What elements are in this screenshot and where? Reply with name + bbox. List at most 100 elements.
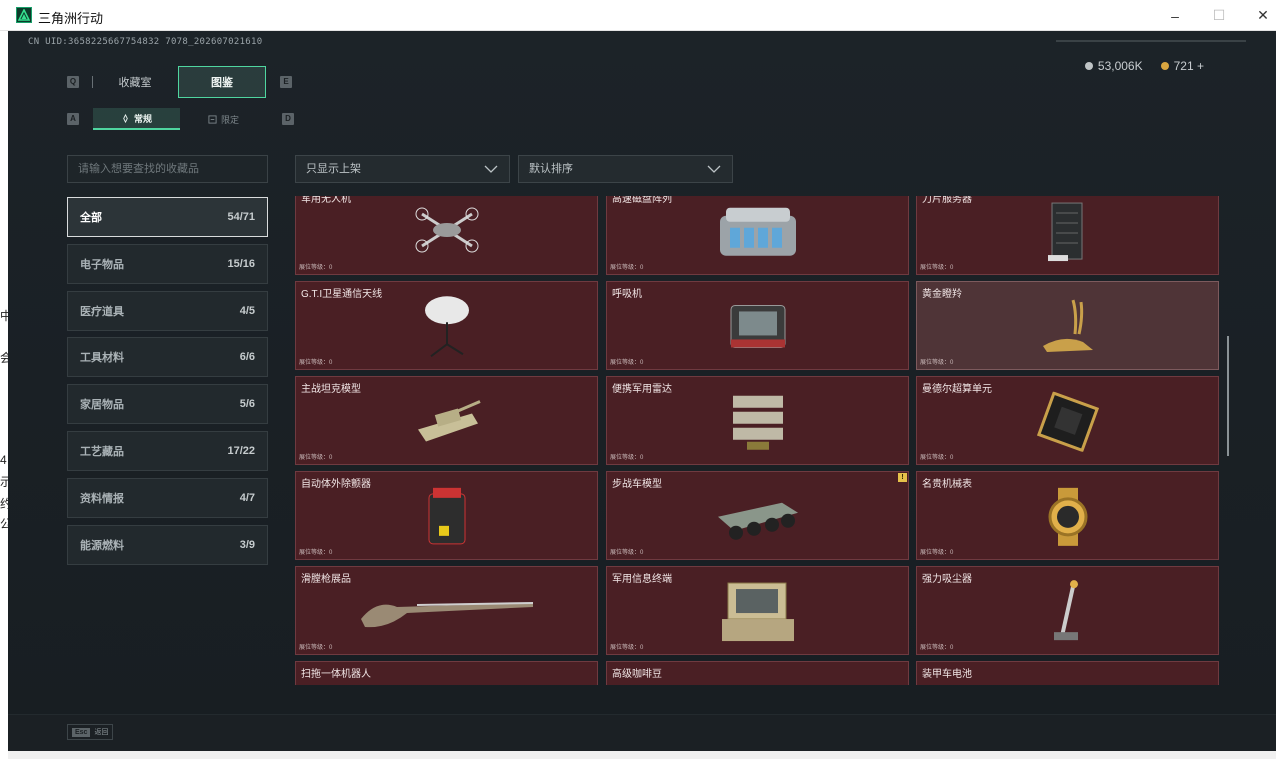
- item-level: 展位等级：0: [610, 645, 644, 651]
- category-item[interactable]: 全部 54/71: [67, 197, 268, 237]
- search-input[interactable]: 请输入想要查找的收藏品: [67, 155, 268, 183]
- collection-item-card[interactable]: 主战坦克模型展位等级：0: [295, 376, 598, 465]
- regular-icon: [123, 113, 128, 123]
- collection-item-card[interactable]: 曼德尔超算单元 展位等级：0: [916, 376, 1219, 465]
- silver-currency: 53,006K: [1084, 59, 1143, 73]
- musket-icon: [357, 588, 537, 637]
- collection-item-card[interactable]: 滑膛枪展品 展位等级：0: [295, 566, 598, 655]
- collection-item-card[interactable]: 呼吸机展位等级：0: [606, 281, 909, 370]
- item-name: 装甲车电池: [922, 669, 972, 680]
- item-name: 步战车模型: [612, 479, 662, 490]
- item-name: 高速磁盘阵列: [612, 196, 672, 205]
- collection-item-card[interactable]: 军用无人机展位等级：0: [295, 196, 598, 275]
- item-name: 滑膛枪展品: [301, 574, 351, 585]
- collection-item-card[interactable]: 自动体外除颤器 展位等级：0: [295, 471, 598, 560]
- collection-item-card[interactable]: 装甲车电池展位等级：0: [916, 661, 1219, 685]
- window-title: 三角洲行动: [38, 11, 104, 26]
- item-name: 军用无人机: [301, 196, 351, 205]
- new-item-badge: !: [898, 473, 907, 482]
- collection-item-card[interactable]: 军用信息终端展位等级：0: [606, 566, 909, 655]
- limited-icon: [208, 114, 217, 124]
- tab-catalog[interactable]: 图鉴: [178, 66, 266, 98]
- minimize-button[interactable]: –: [1152, 0, 1198, 31]
- key-a-hint: A: [67, 113, 79, 125]
- item-name: 黄金瞪羚: [922, 289, 962, 300]
- item-name: 主战坦克模型: [301, 384, 361, 395]
- item-level: 展位等级：0: [610, 360, 644, 366]
- item-name: 名贵机械表: [922, 479, 972, 490]
- category-item[interactable]: 医疗道具 4/5: [67, 290, 268, 331]
- item-level: 展位等级：0: [299, 550, 333, 556]
- tab-collection-room[interactable]: 收藏室: [92, 66, 178, 98]
- item-level: 展位等级：0: [299, 455, 333, 461]
- item-level: 展位等级：0: [920, 550, 954, 556]
- vacuum-icon: [1048, 578, 1088, 651]
- key-e-hint: E: [280, 76, 292, 88]
- server-icon: [1046, 199, 1090, 270]
- collection-item-card[interactable]: 便携军用雷达 展位等级：0: [606, 376, 909, 465]
- collection-item-card[interactable]: 步战车模型展位等级：0!: [606, 471, 909, 560]
- grid-scrollbar[interactable]: [1227, 336, 1229, 456]
- tab-regular-label: 常规: [133, 113, 152, 124]
- item-name: 军用信息终端: [612, 574, 672, 585]
- collection-item-card[interactable]: G.T.I卫星通信天线展位等级：0: [295, 281, 598, 370]
- tab-limited-label: 限定: [220, 114, 239, 125]
- item-name: G.T.I卫星通信天线: [301, 289, 383, 300]
- tab-limited[interactable]: 限定: [180, 108, 267, 130]
- item-level: 展位等级：0: [920, 265, 954, 271]
- collection-item-card[interactable]: 扫拖一体机器人展位等级：0: [295, 661, 598, 685]
- item-name: 呼吸机: [612, 289, 642, 300]
- category-label: 能源燃料: [80, 539, 124, 552]
- watch-icon: [1042, 485, 1094, 552]
- category-count: 4/5: [239, 304, 255, 317]
- defibrillator-icon: [425, 485, 469, 552]
- game-client-area: CN UID:3658225667754832 7078_20260702161…: [8, 31, 1276, 751]
- category-count: 4/7: [239, 491, 255, 504]
- category-list: 全部 54/71 电子物品 15/16 医疗道具 4/5 工具材料 6/6 家居物品 5/6 工艺藏…: [67, 197, 268, 571]
- sort-value: 默认排序: [529, 163, 573, 175]
- back-button[interactable]: Esc 返回: [67, 724, 114, 740]
- collection-item-card[interactable]: 名贵机械表展位等级：0: [916, 471, 1219, 560]
- disk-array-icon: [716, 201, 800, 266]
- maximize-button[interactable]: ☐: [1196, 0, 1242, 31]
- collection-item-card[interactable]: 强力吸尘器 展位等级：0: [916, 566, 1219, 655]
- tab-regular[interactable]: 常规: [93, 108, 180, 130]
- category-count: 54/71: [227, 211, 255, 223]
- item-level: 展位等级：0: [299, 360, 333, 366]
- collection-item-card[interactable]: 黄金瞪羚 展位等级：0: [916, 281, 1219, 370]
- ifv-model-icon: [712, 486, 804, 551]
- category-item[interactable]: 资料情报 4/7: [67, 477, 268, 518]
- collection-item-card[interactable]: 高速磁盘阵列 展位等级：0: [606, 196, 909, 275]
- sub-tabs: 常规 限定: [93, 108, 267, 130]
- category-count: 6/6: [239, 351, 255, 364]
- back-label: 返回: [94, 729, 109, 736]
- item-level: 展位等级：0: [610, 550, 644, 556]
- gold-currency[interactable]: 721 +: [1160, 59, 1204, 73]
- sort-dropdown[interactable]: 默认排序: [518, 155, 733, 183]
- item-level: 展位等级：0: [610, 265, 644, 271]
- gold-gazelle-icon: [1033, 294, 1103, 365]
- key-d-hint: D: [282, 113, 294, 125]
- collection-item-card[interactable]: 高级咖啡豆展位等级：0: [606, 661, 909, 685]
- top-decoration-bar: [1056, 40, 1246, 42]
- gold-amount[interactable]: 721 +: [1174, 59, 1204, 73]
- item-level: 展位等级：0: [299, 265, 333, 271]
- collection-item-card[interactable]: 刀片服务器 展位等级：0: [916, 196, 1219, 275]
- category-item[interactable]: 工艺藏品 17/22: [67, 430, 268, 471]
- tab-separator: [92, 76, 93, 88]
- category-item[interactable]: 家居物品 5/6: [67, 384, 268, 425]
- category-item[interactable]: 能源燃料 3/9: [67, 524, 268, 565]
- item-name: 便携军用雷达: [612, 384, 672, 395]
- category-count: 15/16: [227, 257, 255, 270]
- category-count: 17/22: [227, 444, 255, 457]
- satellite-dish-icon: [417, 292, 477, 367]
- category-item[interactable]: 工具材料 6/6: [67, 337, 268, 378]
- silver-coin-icon: [1084, 62, 1093, 70]
- tank-model-icon: [412, 393, 482, 454]
- item-name: 曼德尔超算单元: [922, 384, 992, 395]
- close-button[interactable]: ✕: [1240, 0, 1276, 31]
- category-count: 3/9: [239, 538, 255, 551]
- shelf-filter-dropdown[interactable]: 只显示上架: [295, 155, 510, 183]
- category-item[interactable]: 电子物品 15/16: [67, 243, 268, 284]
- bottom-bar: Esc 返回: [8, 714, 1276, 751]
